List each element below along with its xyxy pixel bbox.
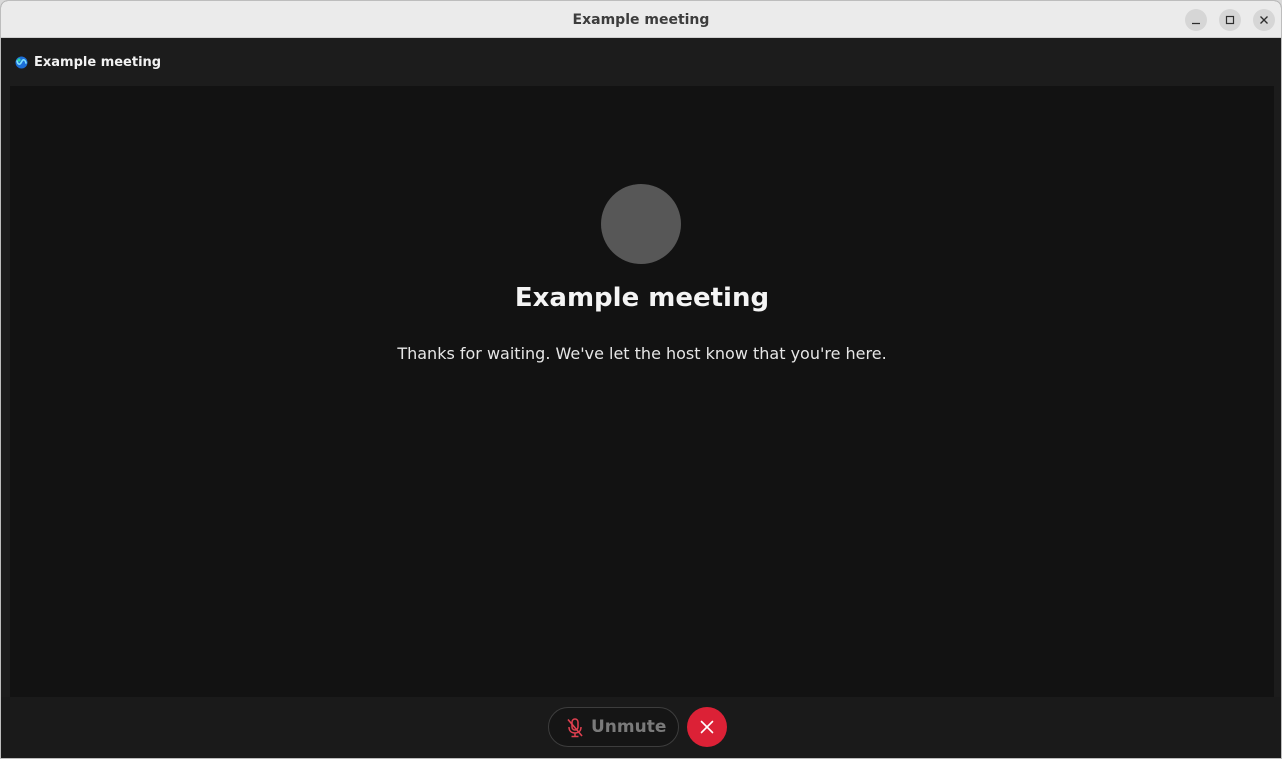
avatar	[601, 184, 681, 264]
close-icon	[1260, 16, 1268, 24]
app-window: Example meeting Example meeting Example …	[0, 0, 1282, 759]
close-icon	[700, 720, 714, 734]
window-title: Example meeting	[572, 12, 710, 28]
waiting-message: Thanks for waiting. We've let the host k…	[397, 344, 887, 363]
app-title: Example meeting	[34, 55, 162, 70]
window-titlebar[interactable]: Example meeting	[1, 1, 1281, 38]
unmute-label: Unmute	[591, 717, 667, 737]
meeting-title: Example meeting	[514, 283, 770, 313]
maximize-button[interactable]	[1219, 9, 1241, 31]
webex-logo-icon	[15, 56, 28, 69]
leave-meeting-button[interactable]	[687, 707, 727, 747]
minimize-button[interactable]	[1185, 9, 1207, 31]
microphone-muted-icon	[567, 718, 583, 738]
minimize-icon	[1192, 22, 1200, 25]
meeting-controls-bar: Unmute	[1, 697, 1281, 758]
unmute-button[interactable]: Unmute	[548, 707, 679, 747]
app-header: Example meeting	[1, 38, 1281, 86]
lobby-stage: Example meeting Thanks for waiting. We'v…	[10, 86, 1274, 697]
close-window-button[interactable]	[1253, 9, 1275, 31]
maximize-icon	[1225, 15, 1235, 25]
